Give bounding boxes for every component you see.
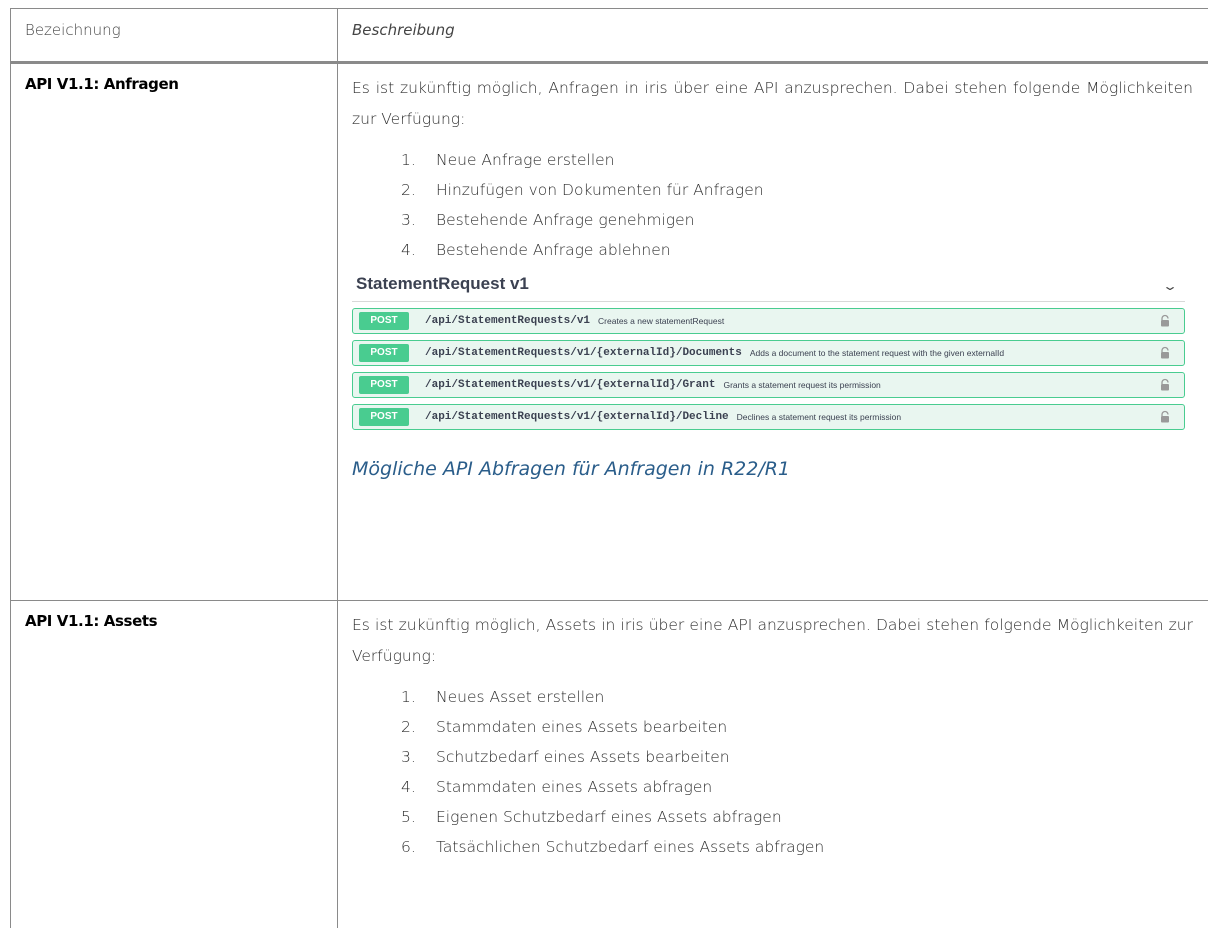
api-summary: Grants a statement request its permissio… [723,380,881,390]
lock-icon [1161,314,1169,327]
lock-icon [1161,378,1169,391]
list-item: 4. Bestehende Anfrage ablehnen [401,241,671,259]
numbered-list: 1. Neues Asset erstellen 2. Stammdaten ein… [338,682,1208,862]
api-operation-row: POST /api/StatementRequests/v1 Creates a… [352,308,1185,334]
api-path: /api/StatementRequests/v1/{externalId}/D… [425,411,729,423]
list-item: 1. Neue Anfrage erstellen [401,151,615,169]
row-label: API V1.1: Assets [25,612,158,630]
http-method-badge: POST [359,312,409,330]
list-item: 3. Bestehende Anfrage genehmigen [401,211,695,229]
list-item: 2. Hinzufügen von Dokumenten für Anfragen [401,181,764,199]
api-section-header: StatementRequest v1 ⌄ [352,271,1185,302]
figure-caption: Mögliche API Abfragen für Anfragen in R2… [352,458,791,480]
lock-icon [1161,346,1169,359]
row-label: API V1.1: Anfragen [25,75,179,93]
api-screenshot: StatementRequest v1 ⌄ POST /api/Statemen… [352,271,1185,430]
table-row: API V1.1: Assets Es ist zukünftig möglic… [10,600,1208,928]
row-description: Es ist zukünftig möglich, Anfragen in ir… [352,79,1193,128]
api-path: /api/StatementRequests/v1/{externalId}/D… [425,347,742,359]
list-item: 1. Neues Asset erstellen [401,688,605,706]
row-description: Es ist zukünftig möglich, Assets in iris… [352,616,1193,665]
http-method-badge: POST [359,376,409,394]
header-cell-name: Bezeichnung [10,8,338,64]
api-path: /api/StatementRequests/v1 [425,315,591,327]
api-summary: Declines a statement request its permiss… [736,412,902,422]
list-item: 2. Stammdaten eines Assets bearbeiten [401,718,728,736]
lock-icon [1161,410,1169,423]
table-row: API V1.1: Anfragen Es ist zukünftig mögl… [10,62,1208,601]
api-section-title: StatementRequest v1 [356,274,529,293]
document-page: Bezeichnung Beschreibung API V1.1: Anfra… [0,0,1208,928]
http-method-badge: POST [359,344,409,362]
list-item: 4. Stammdaten eines Assets abfragen [401,778,713,796]
api-summary: Adds a document to the statement request… [749,348,1005,358]
api-path: /api/StatementRequests/v1/{externalId}/G… [425,379,716,391]
api-summary: Creates a new statementRequest [598,316,725,326]
release-notes-table: Bezeichnung Beschreibung API V1.1: Anfra… [10,8,1208,928]
api-operation-row: POST /api/StatementRequests/v1/{external… [352,404,1185,430]
numbered-list: 1. Neue Anfrage erstellen 2. Hinzufügen vo… [338,145,1208,265]
header-cell-description: Beschreibung [337,8,1208,64]
chevron-down-icon: ⌄ [1161,279,1179,293]
table-header-row: Bezeichnung Beschreibung [10,8,1208,64]
http-method-badge: POST [359,408,409,426]
list-item: 5. Eigenen Schutzbedarf eines Assets abfr… [401,808,782,826]
list-item: 6. Tatsächlichen Schutzbedarf eines Asset… [401,838,825,856]
api-operation-row: POST /api/StatementRequests/v1/{external… [352,372,1185,398]
list-item: 3. Schutzbedarf eines Assets bearbeiten [401,748,730,766]
api-operation-row: POST /api/StatementRequests/v1/{external… [352,340,1185,366]
